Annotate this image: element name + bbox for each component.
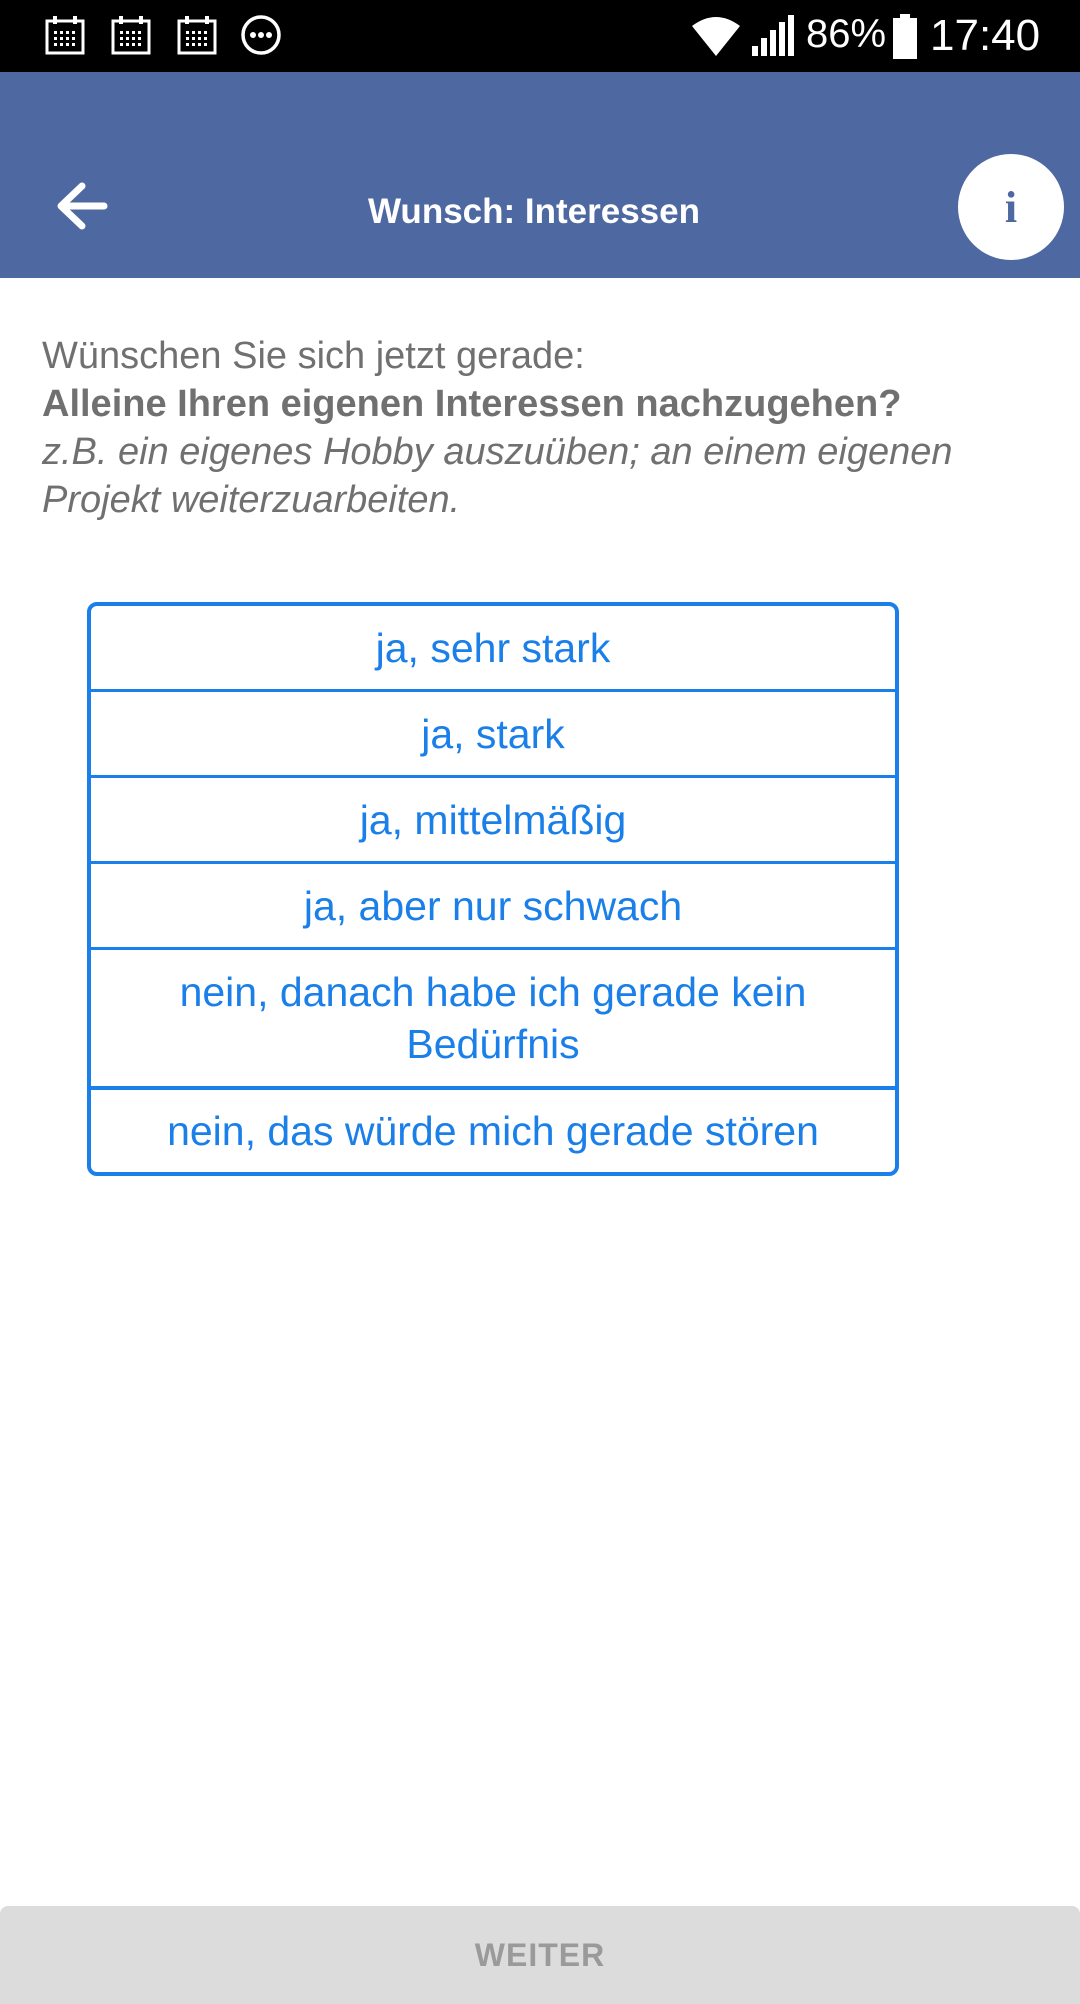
question-main: Alleine Ihren eigenen Interessen nachzug… <box>42 383 902 425</box>
option-ja-sehr-stark[interactable]: ja, sehr stark <box>91 606 895 692</box>
option-nein-kein-beduerfnis[interactable]: nein, danach habe ich gerade kein Bedürf… <box>91 950 895 1090</box>
calendar-icon <box>177 16 217 55</box>
option-ja-mittelmaessig[interactable]: ja, mittelmäßig <box>91 778 895 864</box>
answer-options: ja, sehr stark ja, stark ja, mittelmäßig… <box>87 602 899 1176</box>
status-bar: 86% 17:40 <box>0 0 1080 72</box>
option-nein-stoeren[interactable]: nein, das würde mich gerade stören <box>91 1090 895 1172</box>
option-ja-stark[interactable]: ja, stark <box>91 692 895 778</box>
next-button[interactable]: WEITER <box>0 1906 1080 2004</box>
question-example: z.B. ein eigenes Hobby auszuüben; an ein… <box>42 431 953 521</box>
clock: 17:40 <box>930 11 1041 60</box>
option-ja-aber-nur-schwach[interactable]: ja, aber nur schwach <box>91 864 895 950</box>
wifi-icon <box>692 17 740 56</box>
battery-percent: 86% <box>806 12 887 56</box>
calendar-icon <box>45 16 85 55</box>
info-button[interactable]: i <box>958 154 1064 260</box>
app-bar: Wunsch: Interessen i <box>0 72 1080 278</box>
calendar-icon <box>111 16 151 55</box>
signal-icon <box>752 15 794 56</box>
info-icon: i <box>1004 182 1018 232</box>
question-intro: Wünschen Sie sich jetzt gerade: <box>42 335 585 377</box>
more-circle-icon <box>241 15 281 55</box>
battery-icon <box>893 14 917 59</box>
question-text: Wünschen Sie sich jetzt gerade: Alleine … <box>42 332 1042 524</box>
page-title: Wunsch: Interessen <box>368 192 700 231</box>
